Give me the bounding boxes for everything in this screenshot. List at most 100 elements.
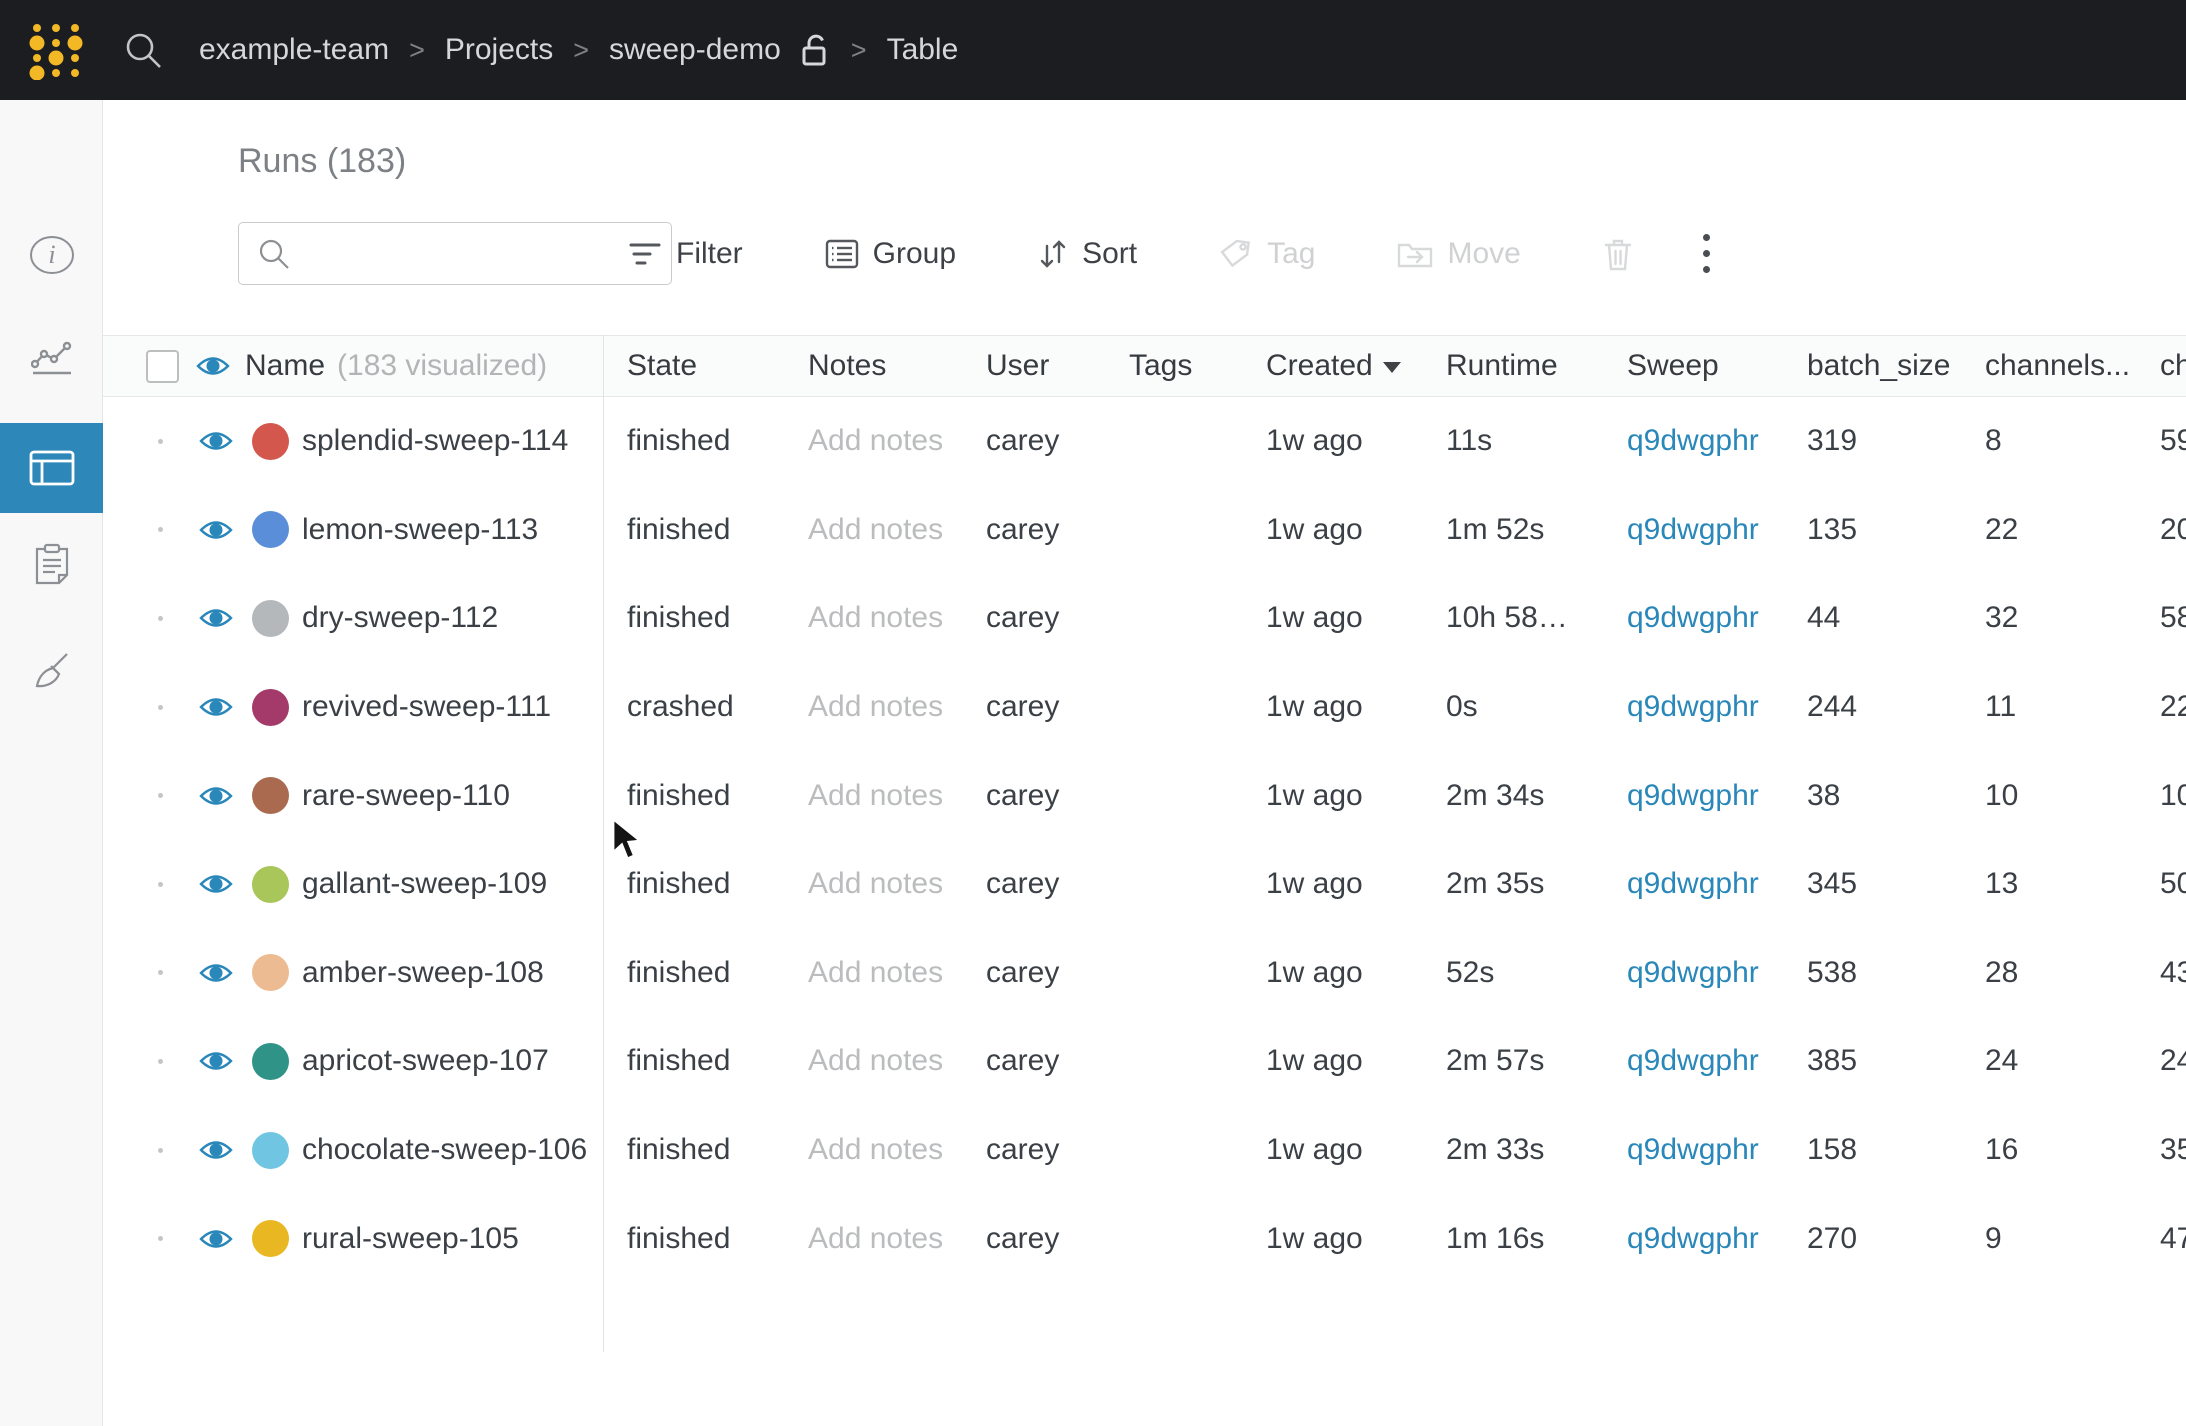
- visibility-eye-icon[interactable]: [199, 519, 233, 541]
- sort-caret-down-icon: [1383, 362, 1401, 373]
- move-button[interactable]: Move: [1397, 237, 1520, 271]
- visibility-eye-icon[interactable]: [199, 1139, 233, 1161]
- sweep-link[interactable]: q9dwgphr: [1603, 1222, 1783, 1256]
- visibility-eye-icon[interactable]: [199, 696, 233, 718]
- notes-cell[interactable]: Add notes: [784, 690, 962, 724]
- visibility-eye-icon[interactable]: [199, 1228, 233, 1250]
- batch-size-column-header[interactable]: batch_size: [1783, 349, 1961, 383]
- breadcrumb-page[interactable]: Table: [887, 33, 959, 67]
- visibility-eye-icon[interactable]: [199, 962, 233, 984]
- breadcrumb-team[interactable]: example-team: [199, 33, 389, 67]
- breadcrumb-project[interactable]: sweep-demo: [609, 33, 781, 67]
- notes-cell[interactable]: Add notes: [784, 867, 962, 901]
- notes-cell[interactable]: Add notes: [784, 956, 962, 990]
- group-button[interactable]: Group: [825, 237, 956, 271]
- state-column-header[interactable]: State: [603, 349, 784, 383]
- search-icon[interactable]: [123, 30, 163, 70]
- state-cell: finished: [603, 424, 784, 458]
- run-name-link[interactable]: apricot-sweep-107: [302, 1044, 549, 1078]
- visibility-eye-icon[interactable]: [199, 1050, 233, 1072]
- sweep-link[interactable]: q9dwgphr: [1603, 513, 1783, 547]
- sort-button[interactable]: Sort: [1038, 237, 1137, 271]
- table-row: amber-sweep-108 finished Add notes carey…: [103, 929, 2186, 1018]
- tag-button[interactable]: Tag: [1219, 237, 1315, 271]
- notes-cell[interactable]: Add notes: [784, 424, 962, 458]
- batch-size-cell: 158: [1783, 1133, 1961, 1167]
- drag-handle-dot[interactable]: [158, 882, 163, 887]
- tags-column-header[interactable]: Tags: [1105, 349, 1242, 383]
- sweep-link[interactable]: q9dwgphr: [1603, 956, 1783, 990]
- run-name-link[interactable]: rural-sweep-105: [302, 1222, 519, 1256]
- created-cell: 1w ago: [1242, 1133, 1422, 1167]
- drag-handle-dot[interactable]: [158, 439, 163, 444]
- drag-handle-dot[interactable]: [158, 970, 163, 975]
- drag-handle-dot[interactable]: [158, 616, 163, 621]
- runtime-cell: 1m 52s: [1422, 513, 1603, 547]
- run-name-link[interactable]: revived-sweep-111: [302, 690, 551, 724]
- sweep-column-header[interactable]: Sweep: [1603, 349, 1783, 383]
- channels-cell: 9: [1961, 1222, 2136, 1256]
- sidebar-item-notes[interactable]: [0, 519, 103, 609]
- user-column-header[interactable]: User: [962, 349, 1105, 383]
- sidebar-item-overview[interactable]: i: [0, 210, 103, 300]
- clipped-column-header[interactable]: ch: [2136, 349, 2186, 383]
- table-row: revived-sweep-111 crashed Add notes care…: [103, 663, 2186, 752]
- svg-text:i: i: [48, 240, 55, 269]
- delete-button[interactable]: [1603, 237, 1633, 271]
- sweep-link[interactable]: q9dwgphr: [1603, 1044, 1783, 1078]
- sidebar-item-charts[interactable]: [0, 313, 103, 403]
- run-name-link[interactable]: splendid-sweep-114: [302, 424, 568, 458]
- visibility-eye-icon[interactable]: [199, 607, 233, 629]
- more-options-button[interactable]: [1693, 228, 1720, 279]
- visibility-eye-icon[interactable]: [199, 873, 233, 895]
- drag-handle-dot[interactable]: [158, 793, 163, 798]
- sidebar-item-table[interactable]: [0, 423, 103, 513]
- notes-cell[interactable]: Add notes: [784, 1133, 962, 1167]
- clipped-value-cell: 20: [2136, 513, 2186, 547]
- runs-search-input[interactable]: [291, 223, 680, 284]
- run-name-link[interactable]: dry-sweep-112: [302, 601, 498, 635]
- notes-column-header[interactable]: Notes: [784, 349, 962, 383]
- notes-cell[interactable]: Add notes: [784, 1222, 962, 1256]
- table-icon: [29, 450, 75, 486]
- sweep-link[interactable]: q9dwgphr: [1603, 424, 1783, 458]
- wandb-logo-icon[interactable]: [27, 20, 83, 80]
- run-name-link[interactable]: lemon-sweep-113: [302, 513, 538, 547]
- created-column-header[interactable]: Created: [1242, 349, 1422, 383]
- channels-cell: 13: [1961, 867, 2136, 901]
- run-name-link[interactable]: chocolate-sweep-106: [302, 1133, 587, 1167]
- drag-handle-dot[interactable]: [158, 1236, 163, 1241]
- notes-cell[interactable]: Add notes: [784, 601, 962, 635]
- breadcrumb-projects[interactable]: Projects: [445, 33, 553, 67]
- runtime-cell: 2m 34s: [1422, 779, 1603, 813]
- channels-cell: 10: [1961, 779, 2136, 813]
- sweep-link[interactable]: q9dwgphr: [1603, 1133, 1783, 1167]
- visibility-eye-icon[interactable]: [196, 355, 230, 377]
- drag-handle-dot[interactable]: [158, 705, 163, 710]
- name-column-header[interactable]: Name: [245, 349, 325, 383]
- drag-handle-dot[interactable]: [158, 527, 163, 532]
- sweep-link[interactable]: q9dwgphr: [1603, 690, 1783, 724]
- run-name-link[interactable]: amber-sweep-108: [302, 956, 544, 990]
- notes-cell[interactable]: Add notes: [784, 1044, 962, 1078]
- channels-cell: 8: [1961, 424, 2136, 458]
- select-all-checkbox[interactable]: [146, 350, 179, 383]
- channels-column-header[interactable]: channels...: [1961, 349, 2136, 383]
- notes-cell[interactable]: Add notes: [784, 513, 962, 547]
- run-name-link[interactable]: gallant-sweep-109: [302, 867, 547, 901]
- pinned-column-divider[interactable]: [603, 335, 604, 1352]
- sweep-link[interactable]: q9dwgphr: [1603, 779, 1783, 813]
- drag-handle-dot[interactable]: [158, 1148, 163, 1153]
- filter-button[interactable]: Filter: [628, 237, 743, 271]
- runtime-column-header[interactable]: Runtime: [1422, 349, 1603, 383]
- batch-size-cell: 244: [1783, 690, 1961, 724]
- drag-handle-dot[interactable]: [158, 1059, 163, 1064]
- sidebar-item-sweeps[interactable]: [0, 626, 103, 716]
- visibility-eye-icon[interactable]: [199, 430, 233, 452]
- run-name-link[interactable]: rare-sweep-110: [302, 779, 510, 813]
- sweep-link[interactable]: q9dwgphr: [1603, 867, 1783, 901]
- notes-cell[interactable]: Add notes: [784, 779, 962, 813]
- visibility-eye-icon[interactable]: [199, 785, 233, 807]
- batch-size-cell: 345: [1783, 867, 1961, 901]
- sweep-link[interactable]: q9dwgphr: [1603, 601, 1783, 635]
